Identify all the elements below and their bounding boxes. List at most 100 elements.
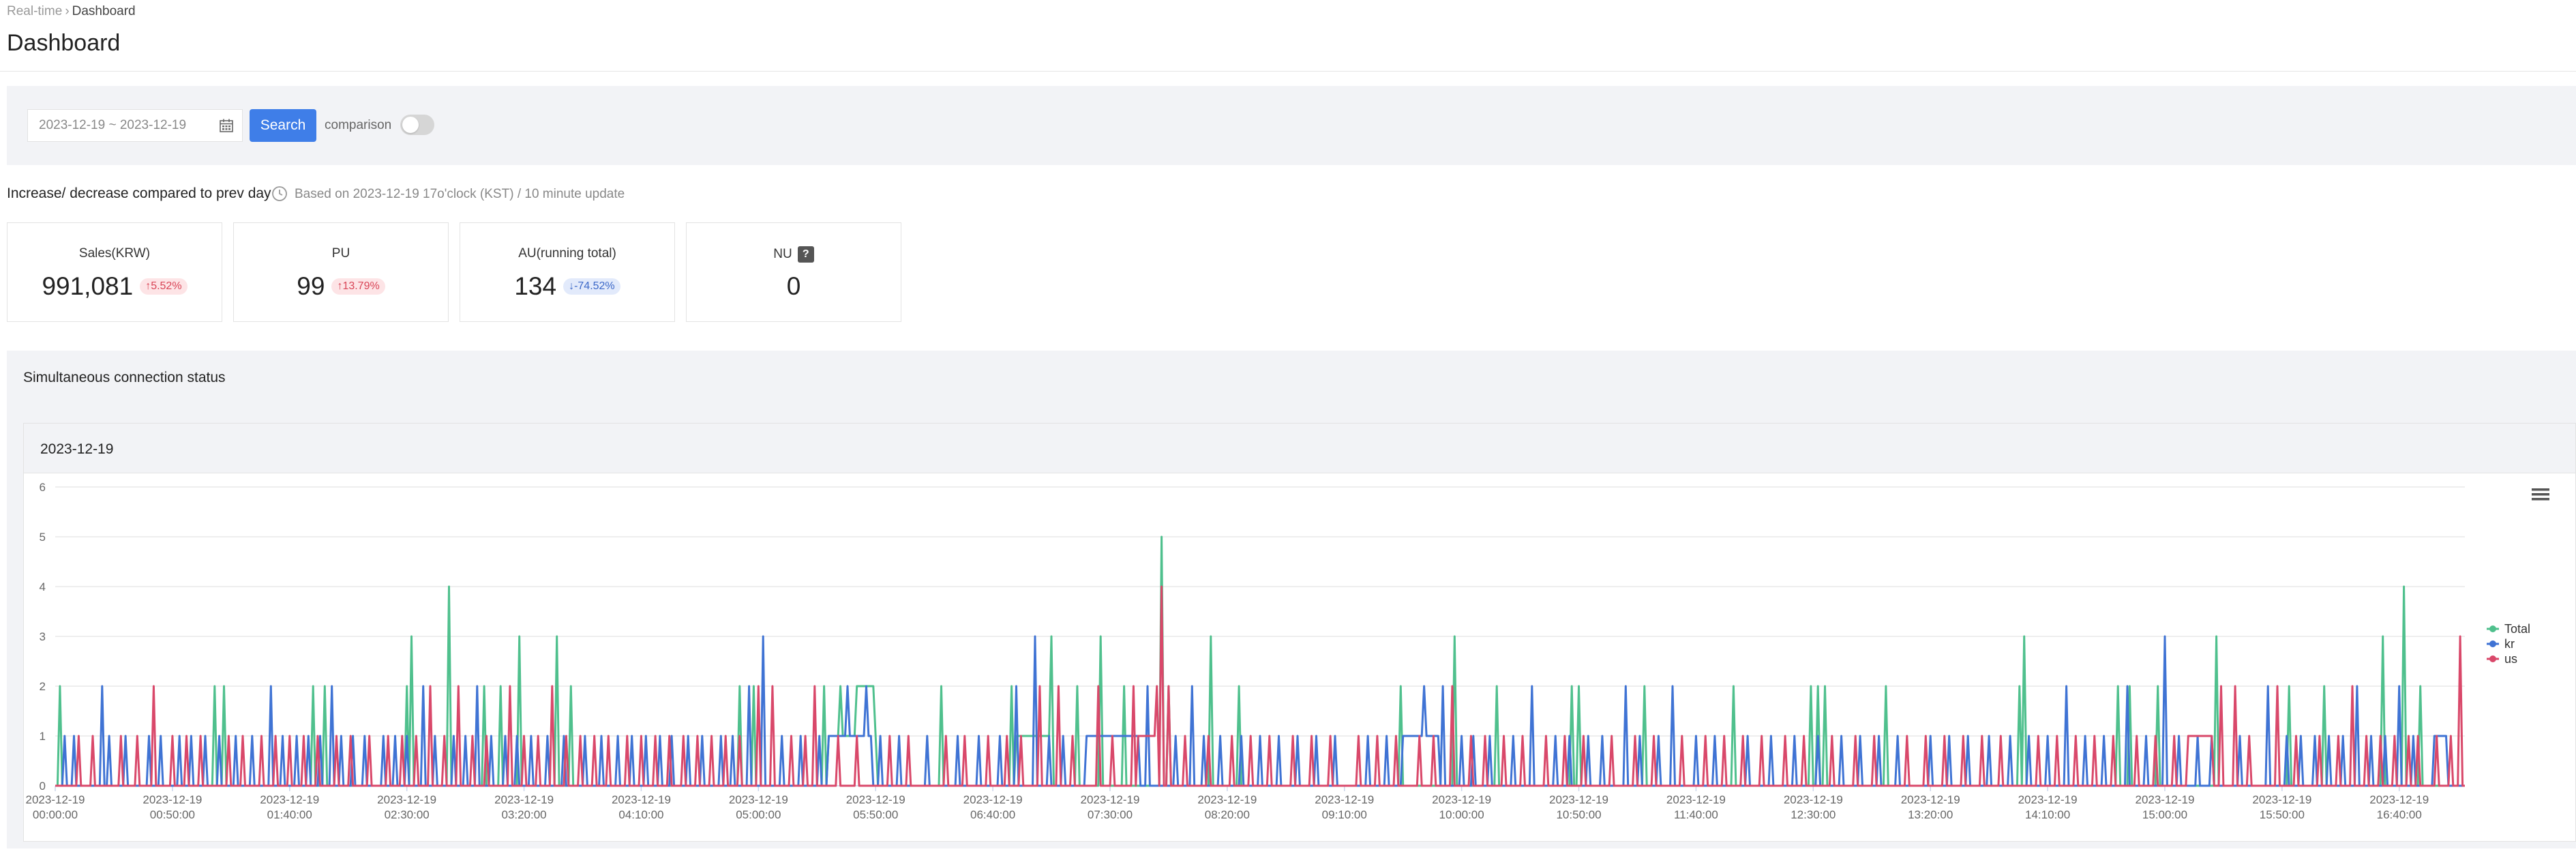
x-tick-time-label: 04:10:00 xyxy=(618,808,663,821)
arrow-up-icon: ↑ xyxy=(145,280,151,292)
summary-basis-text: Based on 2023-12-19 17o'clock (KST) / 10… xyxy=(295,187,625,201)
x-tick-time-label: 11:40:00 xyxy=(1674,808,1718,821)
search-button[interactable]: Search xyxy=(250,109,316,142)
change-badge: ↓-74.52% xyxy=(563,278,620,295)
legend-label: kr xyxy=(2504,637,2515,651)
card-label: AU(running total) xyxy=(518,246,616,261)
y-tick-label: 5 xyxy=(40,531,46,544)
x-tick-time-label: 02:30:00 xyxy=(385,808,430,821)
au-card: AU(running total) 134 ↓-74.52% xyxy=(460,222,675,322)
x-tick-time-label: 10:00:00 xyxy=(1439,808,1484,821)
search-panel: Search comparison xyxy=(7,86,2576,165)
date-range-field[interactable] xyxy=(27,109,243,142)
chevron-right-icon: › xyxy=(65,4,70,18)
card-label: Sales(KRW) xyxy=(78,246,151,261)
legend-label: Total xyxy=(2504,622,2530,636)
title-divider xyxy=(0,71,2576,72)
change-badge: ↑5.52% xyxy=(140,278,188,295)
clock-icon xyxy=(272,186,287,201)
x-tick-date-label: 2023-12-19 xyxy=(1081,793,1140,806)
connection-panel: Simultaneous connection status 2023-12-1… xyxy=(7,351,2576,848)
x-tick-time-label: 00:00:00 xyxy=(33,808,78,821)
x-tick-time-label: 00:50:00 xyxy=(150,808,195,821)
connection-chart: 0 1 2 3 4 5 6 2023-12-19 00:00:00 2023-12-19 00:50… xyxy=(26,481,2549,821)
y-tick-label: 3 xyxy=(40,630,46,643)
y-tick-label: 0 xyxy=(40,780,46,793)
chart-menu-icon[interactable] xyxy=(2532,488,2549,501)
x-tick-time-label: 15:50:00 xyxy=(2260,808,2305,821)
x-tick-date-label: 2023-12-19 xyxy=(2252,793,2311,806)
breadcrumb-parent-link[interactable]: Real-time xyxy=(7,4,62,18)
date-range-input[interactable] xyxy=(28,110,205,141)
legend-label: us xyxy=(2504,652,2517,666)
page-title: Dashboard xyxy=(7,30,121,56)
x-tick-date-label: 2023-12-19 xyxy=(729,793,788,806)
x-tick-date-label: 2023-12-19 xyxy=(26,793,85,806)
change-value: -74.52% xyxy=(574,280,615,292)
x-tick-time-label: 03:20:00 xyxy=(501,808,546,821)
x-tick-time-label: 07:30:00 xyxy=(1088,808,1133,821)
comparison-label: comparison xyxy=(325,118,392,132)
change-value: 13.79% xyxy=(342,280,380,292)
comparison-toggle[interactable] xyxy=(400,115,434,135)
y-tick-label: 6 xyxy=(40,481,46,494)
x-tick-date-label: 2023-12-19 xyxy=(1784,793,1843,806)
x-tick-date-label: 2023-12-19 xyxy=(143,793,202,806)
breadcrumb: Real-time › Dashboard xyxy=(7,4,136,19)
card-label: PU xyxy=(331,246,350,261)
x-tick-date-label: 2023-12-19 xyxy=(2135,793,2194,806)
x-tick-date-label: 2023-12-19 xyxy=(1315,793,1374,806)
arrow-down-icon: ↓ xyxy=(569,280,575,292)
x-tick-time-label: 12:30:00 xyxy=(1791,808,1836,821)
card-label: NU xyxy=(773,247,792,262)
y-tick-label: 1 xyxy=(40,730,46,743)
card-value: 991,081 xyxy=(42,272,134,300)
x-tick-time-label: 16:40:00 xyxy=(2377,808,2422,821)
summary-title: Increase/ decrease compared to prev day xyxy=(7,186,271,201)
x-tick-time-label: 10:50:00 xyxy=(1556,808,1601,821)
x-tick-date-label: 2023-12-19 xyxy=(612,793,671,806)
x-tick-date-label: 2023-12-19 xyxy=(260,793,319,806)
change-badge: ↑13.79% xyxy=(331,278,385,295)
x-tick-date-label: 2023-12-19 xyxy=(377,793,436,806)
connection-title: Simultaneous connection status xyxy=(23,370,226,385)
legend-marker xyxy=(2489,640,2496,647)
x-tick-date-label: 2023-12-19 xyxy=(1197,793,1257,806)
x-tick-time-label: 13:20:00 xyxy=(1908,808,1953,821)
x-tick-time-label: 15:00:00 xyxy=(2142,808,2187,821)
x-tick-date-label: 2023-12-19 xyxy=(1432,793,1491,806)
legend-marker xyxy=(2489,655,2496,662)
toggle-knob xyxy=(402,117,419,133)
x-tick-time-label: 01:40:00 xyxy=(267,808,312,821)
x-tick-date-label: 2023-12-19 xyxy=(846,793,905,806)
x-tick-time-label: 06:40:00 xyxy=(970,808,1015,821)
legend-marker xyxy=(2489,625,2496,632)
chart-header: 2023-12-19 xyxy=(24,424,2575,473)
x-tick-date-label: 2023-12-19 xyxy=(1901,793,1960,806)
card-label-row: NU? xyxy=(687,246,901,263)
x-tick-date-label: 2023-12-19 xyxy=(2018,793,2078,806)
card-value: 99 xyxy=(297,272,325,300)
x-tick-date-label: 2023-12-19 xyxy=(494,793,554,806)
y-tick-label: 2 xyxy=(40,680,46,693)
sales-card: Sales(KRW) 991,081 ↑5.52% xyxy=(7,222,222,322)
nu-card: NU? 0 xyxy=(686,222,901,322)
x-tick-date-label: 2023-12-19 xyxy=(1549,793,1608,806)
x-tick-time-label: 08:20:00 xyxy=(1205,808,1250,821)
card-value: 0 xyxy=(786,272,801,300)
x-tick-time-label: 14:10:00 xyxy=(2025,808,2070,821)
x-tick-time-label: 05:00:00 xyxy=(736,808,781,821)
chart-card: 2023-12-19 0 1 2 3 4 5 6 2023-12-19 00:00:00 2023… xyxy=(23,423,2576,842)
x-tick-time-label: 05:50:00 xyxy=(853,808,898,821)
chart-date: 2023-12-19 xyxy=(40,441,114,457)
x-tick-time-label: 09:10:00 xyxy=(1322,808,1367,821)
calendar-icon[interactable] xyxy=(219,118,234,133)
card-value: 134 xyxy=(514,272,557,300)
x-tick-date-label: 2023-12-19 xyxy=(963,793,1023,806)
breadcrumb-current: Dashboard xyxy=(72,4,136,18)
y-tick-label: 4 xyxy=(40,580,46,593)
x-tick-date-label: 2023-12-19 xyxy=(1666,793,1726,806)
help-icon[interactable]: ? xyxy=(797,246,814,263)
pu-card: PU 99 ↑13.79% xyxy=(233,222,449,322)
x-tick-date-label: 2023-12-19 xyxy=(2369,793,2429,806)
